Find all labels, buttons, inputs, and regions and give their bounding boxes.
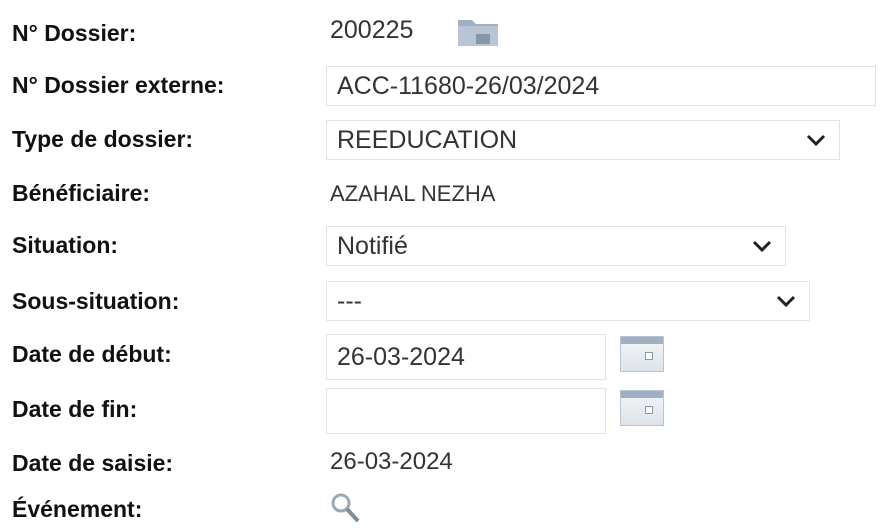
folder-icon[interactable] xyxy=(456,14,500,48)
end-date-label: Date de fin: xyxy=(12,396,138,422)
entry-date-value: 26-03-2024 xyxy=(330,448,453,475)
dossier-type-label: Type de dossier: xyxy=(12,126,194,152)
situation-select[interactable]: Notifié xyxy=(326,226,786,266)
external-dossier-label: N° Dossier externe: xyxy=(12,72,225,98)
beneficiary-label: Bénéficiaire: xyxy=(12,180,151,206)
sub-situation-selected: --- xyxy=(337,286,362,315)
external-dossier-text: ACC-11680-26/03/2024 xyxy=(337,71,600,100)
start-date-input[interactable]: 26-03-2024 xyxy=(326,334,606,380)
chevron-down-icon xyxy=(751,235,773,257)
end-date-input[interactable] xyxy=(326,388,606,434)
situation-label: Situation: xyxy=(12,232,119,258)
situation-selected: Notifié xyxy=(337,231,408,260)
chevron-down-icon xyxy=(805,129,827,151)
event-label: Événement: xyxy=(12,496,143,522)
entry-date-label: Date de saisie: xyxy=(12,450,174,476)
external-dossier-input[interactable]: ACC-11680-26/03/2024 xyxy=(326,66,876,106)
chevron-down-icon xyxy=(775,290,797,312)
calendar-icon[interactable] xyxy=(620,336,664,372)
dossier-form: N° Dossier: 200225 N° Dossier externe: A… xyxy=(0,0,884,526)
sub-situation-select[interactable]: --- xyxy=(326,281,810,321)
calendar-icon[interactable] xyxy=(620,390,664,426)
dossier-type-select[interactable]: REEDUCATION xyxy=(326,120,840,160)
start-date-text: 26-03-2024 xyxy=(337,342,465,371)
dossier-type-selected: REEDUCATION xyxy=(337,125,518,154)
start-date-label: Date de début: xyxy=(12,341,172,367)
dossier-number-label: N° Dossier: xyxy=(12,20,137,46)
search-icon[interactable] xyxy=(328,491,362,525)
sub-situation-label: Sous-situation: xyxy=(12,288,180,314)
dossier-number-value: 200225 xyxy=(330,16,414,44)
beneficiary-value: AZAHAL NEZHA xyxy=(330,181,496,206)
